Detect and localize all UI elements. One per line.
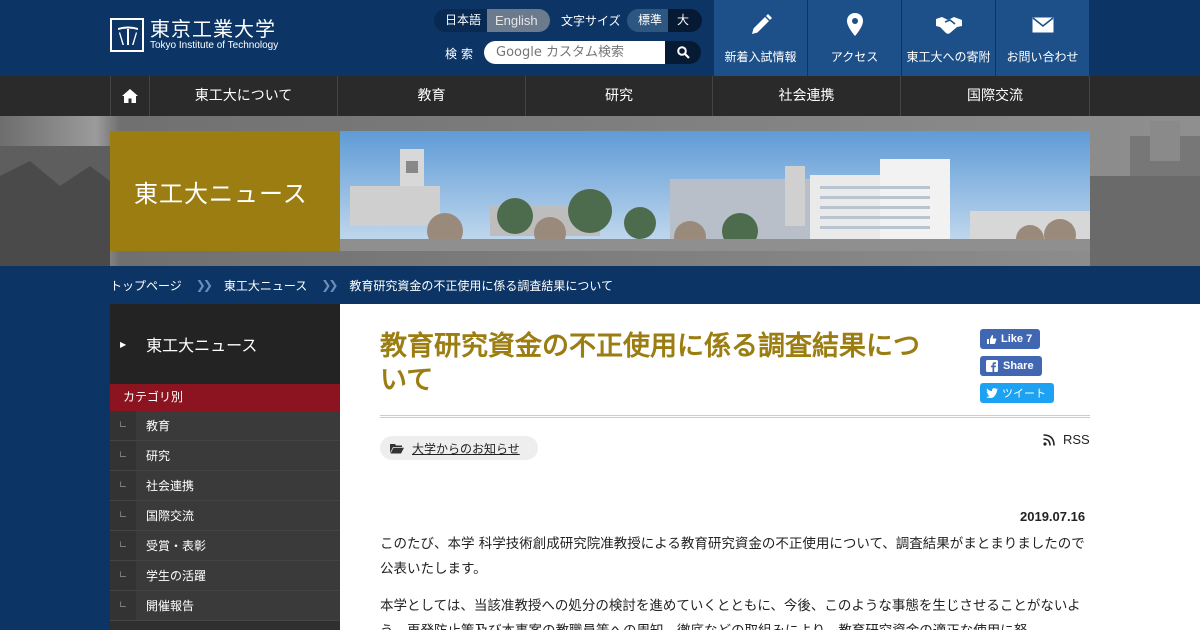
campus-photo — [340, 131, 1090, 253]
rss-icon — [1043, 433, 1055, 446]
topnav-access[interactable]: アクセス — [807, 0, 901, 76]
topnav-contact-label: お問い合わせ — [1006, 50, 1079, 64]
sidebar-item-awards[interactable]: ∟ 受賞・表彰 — [110, 531, 340, 561]
gnav-research[interactable]: 研究 — [526, 76, 713, 116]
hero-title: 東工大ニュース — [134, 179, 308, 208]
font-size-large-button[interactable]: 大 — [668, 9, 703, 32]
logo-mark-icon — [110, 18, 144, 52]
category-tag[interactable]: 大学からのお知らせ — [380, 436, 538, 460]
topnav-admissions-label: 新着入試情報 — [724, 50, 797, 64]
search-icon — [676, 46, 690, 59]
sidebar-item-research[interactable]: ∟ 研究 — [110, 441, 340, 471]
breadcrumb-bar: トップページ ❯❯ 東工大ニュース ❯❯ 教育研究資金の不正使用に係る調査結果に… — [0, 266, 1200, 304]
lang-japanese-button[interactable]: 日本語 — [434, 9, 488, 32]
article-main: 教育研究資金の不正使用に係る調査結果について Like 7 Share ツイート… — [340, 304, 1200, 630]
corner-arrow-icon: ∟ — [110, 411, 136, 440]
breadcrumb-current: 教育研究資金の不正使用に係る調査結果について — [349, 278, 614, 293]
hero-banner: 東工大ニュース — [0, 116, 1200, 266]
pencil-icon — [751, 14, 772, 34]
font-size-standard-button[interactable]: 標準 — [627, 9, 669, 32]
facebook-share-label: Share — [1003, 360, 1034, 372]
lang-english-button[interactable]: English — [487, 9, 550, 32]
sidebar-heading-label: 東工大ニュース — [146, 336, 258, 355]
mail-icon — [1032, 17, 1053, 33]
corner-arrow-icon: ∟ — [110, 591, 136, 620]
sidebar-item-label: 学生の活躍 — [146, 569, 207, 583]
sidebar-item-label: 研究 — [146, 449, 171, 463]
corner-arrow-icon: ∟ — [110, 441, 136, 470]
facebook-like-label: Like 7 — [1001, 333, 1033, 345]
gnav-collaboration[interactable]: 社会連携 — [713, 76, 901, 116]
home-icon — [122, 89, 138, 103]
top-utility-nav: 新着入試情報 アクセス 東工大への寄附 お問い合わせ — [713, 0, 1089, 76]
sidebar-item-label: 開催報告 — [146, 599, 195, 613]
facebook-icon — [986, 360, 998, 372]
sidebar-item-event-reports[interactable]: ∟ 開催報告 — [110, 591, 340, 621]
site-header: 東京工業大学 Tokyo Institute of Technology 日本語… — [0, 0, 1200, 76]
font-size-switch: 標準 大 — [627, 9, 703, 32]
gnav-home-button[interactable] — [110, 76, 150, 116]
rss-link[interactable]: RSS — [1043, 432, 1090, 447]
handshake-icon — [935, 17, 962, 34]
title-divider — [380, 415, 1090, 418]
breadcrumb-separator-icon: ❯❯ — [321, 278, 338, 292]
sidebar-heading[interactable]: ▶ 東工大ニュース — [110, 304, 340, 384]
search-box — [484, 41, 701, 64]
article-paragraph-1: このたび、本学 科学技術創成研究院准教授による教育研究資金の不正使用について、調… — [380, 536, 1085, 577]
twitter-tweet-label: ツイート — [1002, 388, 1046, 400]
language-switch: 日本語 English — [434, 9, 550, 32]
sidebar: ▶ 東工大ニュース カテゴリ別 ∟ 教育 ∟ 研究 ∟ 社会連携 ∟ 国際交流 ∟ 受賞・… — [110, 304, 340, 630]
breadcrumb-separator-icon: ❯❯ — [195, 278, 213, 292]
folder-icon — [390, 443, 404, 453]
sidebar-item-label: 教育 — [146, 419, 171, 433]
site-logo[interactable]: 東京工業大学 Tokyo Institute of Technology — [110, 18, 278, 52]
breadcrumb: トップページ ❯❯ 東工大ニュース ❯❯ 教育研究資金の不正使用に係る調査結果に… — [110, 266, 613, 304]
hero-title-box: 東工大ニュース — [110, 131, 340, 251]
sidebar-category-header: カテゴリ別 — [110, 384, 340, 411]
sidebar-item-students[interactable]: ∟ 学生の活躍 — [110, 561, 340, 591]
sidebar-item-collaboration[interactable]: ∟ 社会連携 — [110, 471, 340, 501]
logo-english: Tokyo Institute of Technology — [150, 40, 279, 51]
corner-arrow-icon: ∟ — [110, 531, 136, 560]
gnav-about[interactable]: 東工大について — [150, 76, 338, 116]
logo-japanese: 東京工業大学 — [150, 17, 276, 41]
map-pin-icon — [846, 13, 863, 36]
sidebar-item-international[interactable]: ∟ 国際交流 — [110, 501, 340, 531]
font-size-label: 文字サイズ — [561, 14, 621, 28]
thumbs-up-icon — [987, 334, 997, 344]
sidebar-item-label: 社会連携 — [146, 479, 195, 493]
topnav-access-label: アクセス — [830, 50, 879, 64]
article-date: 2019.07.16 — [1020, 509, 1086, 524]
left-margin — [0, 304, 110, 630]
social-buttons: Like 7 Share ツイート — [980, 329, 1054, 410]
corner-arrow-icon: ∟ — [110, 501, 136, 530]
search-input[interactable] — [484, 41, 665, 64]
rss-label: RSS — [1063, 432, 1090, 447]
corner-arrow-icon: ∟ — [110, 471, 136, 500]
twitter-bird-icon — [986, 388, 998, 398]
gnav-international[interactable]: 国際交流 — [901, 76, 1090, 116]
topnav-donation[interactable]: 東工大への寄附 — [901, 0, 995, 76]
article-paragraph-2: 本学としては、当該准教授への処分の検討を進めていくとともに、今後、このような事態… — [380, 598, 1081, 630]
corner-arrow-icon: ∟ — [110, 561, 136, 590]
facebook-share-button[interactable]: Share — [980, 356, 1042, 376]
topnav-donation-label: 東工大への寄附 — [906, 50, 991, 64]
topnav-admissions[interactable]: 新着入試情報 — [713, 0, 807, 76]
global-nav: 東工大について 教育 研究 社会連携 国際交流 — [0, 76, 1200, 116]
search-button[interactable] — [665, 41, 701, 64]
search-label: 検索 — [445, 47, 478, 61]
breadcrumb-home[interactable]: トップページ — [110, 277, 182, 294]
sidebar-item-education[interactable]: ∟ 教育 — [110, 411, 340, 441]
breadcrumb-news[interactable]: 東工大ニュース — [224, 277, 307, 294]
gnav-education[interactable]: 教育 — [338, 76, 526, 116]
topnav-contact[interactable]: お問い合わせ — [995, 0, 1089, 76]
article-title: 教育研究資金の不正使用に係る調査結果について — [380, 331, 920, 396]
category-tag-label: 大学からのお知らせ — [412, 441, 520, 456]
sidebar-item-label: 受賞・表彰 — [146, 539, 207, 553]
triangle-right-icon: ▶ — [120, 339, 127, 349]
twitter-tweet-button[interactable]: ツイート — [980, 383, 1054, 403]
sidebar-item-label: 国際交流 — [146, 509, 195, 523]
facebook-like-button[interactable]: Like 7 — [980, 329, 1041, 349]
